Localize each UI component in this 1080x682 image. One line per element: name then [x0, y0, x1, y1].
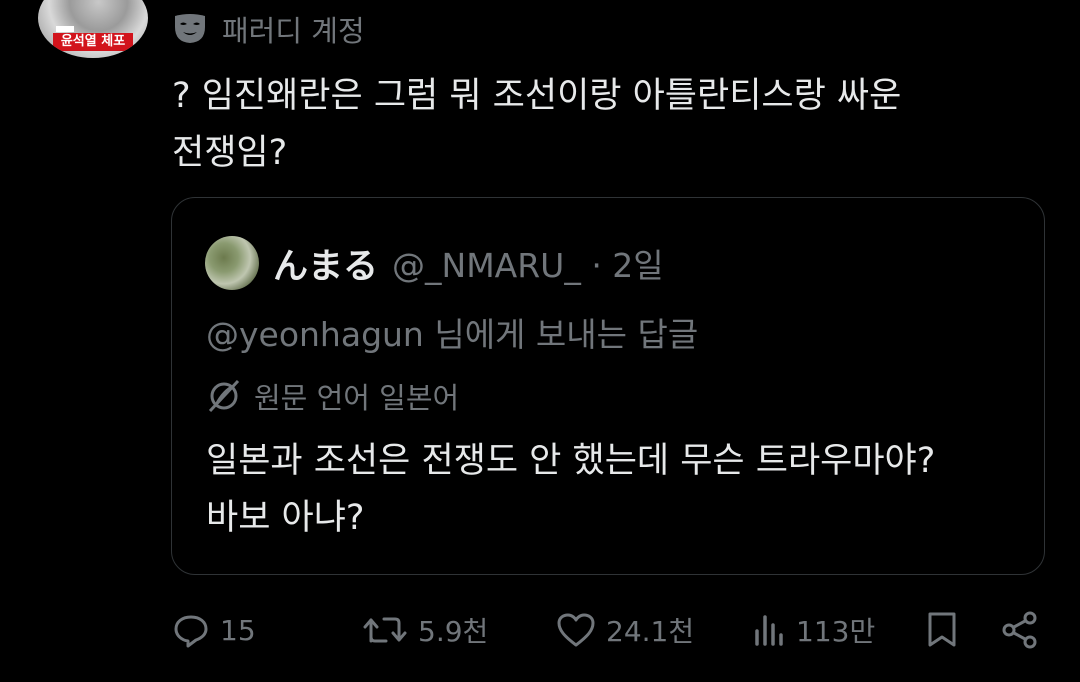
like-icon — [557, 613, 595, 647]
parody-account-label: 패러디 계정 — [172, 12, 365, 48]
author-avatar[interactable]: 윤석열 체포 — [38, 0, 148, 58]
share-icon — [1002, 611, 1037, 649]
post-text: ? 임진왜란은 그럼 뭐 조선이랑 아틀란티스랑 싸운 전쟁임? — [172, 68, 1032, 182]
quoted-post-line: 바보 아냐? — [206, 498, 365, 538]
post-text-line: ? 임진왜란은 그럼 뭐 조선이랑 아틀란티스랑 싸운 — [172, 76, 902, 116]
bookmark-icon — [928, 612, 956, 647]
quoted-author-avatar[interactable] — [205, 236, 259, 290]
quoted-author-name[interactable]: んまる — [273, 238, 378, 289]
quoted-post-header: んまる @_NMARU_ · 2일 — [205, 236, 664, 290]
retweet-icon — [363, 617, 407, 643]
quoted-author-handle-time: @_NMARU_ · 2일 — [392, 246, 664, 285]
action-bar: 15 5.9천 24.1천 113만 — [0, 605, 1080, 655]
avatar-badge-top — [56, 26, 74, 32]
post-text-line: 전쟁임? — [172, 133, 288, 173]
bookmark-button[interactable] — [924, 605, 960, 655]
like-button[interactable]: 24.1천 — [556, 605, 694, 655]
reply-button[interactable]: 15 — [172, 605, 256, 655]
retweet-count: 5.9천 — [418, 615, 489, 648]
quoted-post-card[interactable]: んまる @_NMARU_ · 2일 @yeonhagun 님에게 보내는 답글 … — [171, 197, 1045, 575]
translation-note: 원문 언어 일본어 — [206, 375, 459, 417]
quoted-post-text: 일본과 조선은 전쟁도 안 했는데 무슨 트라우마야? 바보 아냐? — [206, 433, 935, 547]
translate-icon — [208, 379, 240, 413]
parody-mask-icon — [175, 14, 205, 43]
retweet-button[interactable]: 5.9천 — [362, 605, 488, 655]
reply-count: 15 — [220, 613, 256, 647]
account-label-text: 패러디 계정 — [222, 14, 365, 48]
views-button[interactable]: 113만 — [752, 605, 875, 655]
like-count: 24.1천 — [606, 615, 695, 648]
views-count: 113만 — [796, 615, 876, 648]
reply-to-label: @yeonhagun 님에게 보내는 답글 — [206, 315, 699, 354]
reply-icon — [174, 615, 208, 648]
quoted-post-line: 일본과 조선은 전쟁도 안 했는데 무슨 트라우마야? — [206, 441, 936, 481]
translation-note-text: 원문 언어 일본어 — [254, 381, 460, 415]
avatar-caption: 윤석열 체포 — [53, 33, 133, 51]
views-icon — [755, 615, 783, 646]
share-button[interactable] — [1000, 605, 1040, 655]
